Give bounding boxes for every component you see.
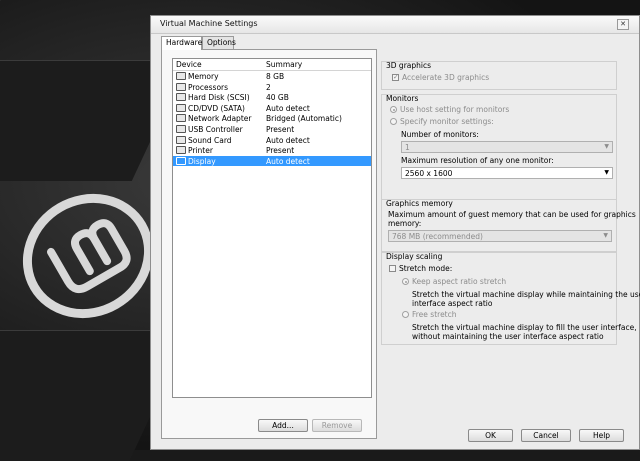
chevron-down-icon: ▼ [604, 169, 609, 176]
device-name: Printer [188, 146, 213, 156]
keep-aspect-radio[interactable] [402, 278, 409, 285]
max-resolution-value: 2560 x 1600 [405, 169, 453, 178]
max-resolution-select[interactable]: 2560 x 1600 ▼ [401, 167, 613, 179]
group-monitors: Monitors Use host setting for monitors S… [381, 94, 617, 204]
close-icon: ✕ [620, 20, 626, 28]
hardware-panel: Device Summary Memory 8 GB Processors 2 Hard… [161, 49, 377, 439]
tab-options[interactable]: Options [202, 36, 236, 49]
device-name: Memory [188, 72, 219, 81]
window-title: Virtual Machine Settings [160, 19, 258, 28]
title-bar[interactable]: Virtual Machine Settings ✕ [151, 16, 639, 34]
stretch-mode-checkbox[interactable] [389, 265, 396, 272]
device-name: Hard Disk (SCSI) [188, 93, 250, 103]
column-header-device[interactable]: Device [176, 60, 202, 69]
device-row[interactable]: CD/DVD (SATA) Auto detect [173, 103, 371, 114]
device-summary: Auto detect [266, 103, 310, 113]
use-host-label: Use host setting for monitors [400, 105, 510, 114]
max-resolution-label: Maximum resolution of any one monitor: [401, 156, 554, 165]
ok-button[interactable]: OK [468, 429, 513, 442]
free-stretch-desc-line1: Stretch the virtual machine display to f… [412, 323, 637, 332]
stretch-mode-label: Stretch mode: [399, 264, 453, 273]
display-icon [176, 156, 186, 165]
specify-monitors-label: Specify monitor settings: [400, 117, 494, 126]
cancel-button[interactable]: Cancel [521, 429, 571, 442]
free-stretch-label: Free stretch [412, 310, 457, 319]
printer-icon [176, 146, 186, 155]
specify-monitors-radio[interactable] [390, 118, 397, 125]
group-title-graphics-memory: Graphics memory [386, 199, 453, 208]
device-summary: Present [266, 146, 295, 156]
device-summary: 2 [266, 82, 271, 92]
device-summary: 40 GB [266, 93, 289, 103]
number-of-monitors-value: 1 [405, 143, 410, 152]
device-row[interactable]: Network Adapter Bridged (Automatic) [173, 113, 371, 124]
number-of-monitors-select[interactable]: 1 ▼ [401, 141, 613, 153]
device-summary: Auto detect [266, 135, 310, 145]
device-name: Sound Card [188, 135, 232, 145]
remove-button[interactable]: Remove [312, 419, 362, 432]
accelerate-3d-checkbox[interactable] [392, 73, 399, 81]
group-title-3d-graphics: 3D graphics [386, 61, 431, 70]
keep-aspect-label: Keep aspect ratio stretch [412, 277, 507, 286]
device-row[interactable]: Processors 2 [173, 82, 371, 93]
device-row[interactable]: Memory 8 GB [173, 71, 371, 82]
add-button[interactable]: Add... [258, 419, 308, 432]
cd-dvd-icon [176, 103, 186, 112]
free-stretch-radio[interactable] [402, 311, 409, 318]
device-row[interactable]: Display Auto detect [173, 155, 371, 167]
device-name: Processors [188, 82, 229, 92]
graphics-memory-value: 768 MB (recommended) [392, 232, 483, 241]
memory-icon [176, 72, 186, 80]
device-row[interactable]: USB Controller Present [173, 124, 371, 135]
device-rows: Memory 8 GB Processors 2 Hard Disk (SCSI) 40 … [173, 71, 371, 167]
linux-mint-logo [22, 193, 154, 319]
keep-aspect-desc-line1: Stretch the virtual machine display whil… [412, 290, 640, 299]
group-display-scaling: Display scaling Stretch mode: Keep aspec… [381, 252, 640, 345]
device-name: Display [188, 156, 216, 166]
graphics-memory-desc-line2: memory: [388, 219, 422, 228]
list-header: Device Summary [173, 59, 371, 71]
use-host-radio[interactable] [390, 106, 397, 113]
chevron-down-icon: ▼ [604, 143, 609, 150]
help-button[interactable]: Help [579, 429, 624, 442]
free-stretch-desc-line2: without maintaining the user interface a… [412, 332, 604, 341]
graphics-memory-desc-line1: Maximum amount of guest memory that can … [388, 210, 636, 219]
device-summary: Auto detect [266, 156, 310, 166]
close-button[interactable]: ✕ [617, 19, 629, 30]
device-row[interactable]: Printer Present [173, 145, 371, 156]
usb-icon [176, 124, 186, 133]
device-name: CD/DVD (SATA) [188, 103, 245, 113]
number-of-monitors-label: Number of monitors: [401, 130, 479, 139]
tab-hardware[interactable]: Hardware [161, 36, 202, 50]
chevron-down-icon: ▼ [603, 232, 608, 239]
device-row[interactable]: Sound Card Auto detect [173, 135, 371, 146]
device-summary: Present [266, 124, 295, 134]
column-header-summary[interactable]: Summary [266, 60, 302, 69]
processor-icon [176, 82, 186, 91]
network-adapter-icon [176, 114, 186, 123]
hard-disk-icon [176, 93, 186, 102]
graphics-memory-select[interactable]: 768 MB (recommended) ▼ [388, 230, 612, 242]
device-summary: 8 GB [266, 72, 285, 81]
group-title-monitors: Monitors [386, 94, 419, 103]
device-row[interactable]: Hard Disk (SCSI) 40 GB [173, 92, 371, 103]
device-list[interactable]: Device Summary Memory 8 GB Processors 2 Hard… [172, 58, 372, 398]
group-3d-graphics: 3D graphics Accelerate 3D graphics [381, 61, 617, 90]
keep-aspect-desc-line2: interface aspect ratio [412, 299, 493, 308]
group-title-display-scaling: Display scaling [386, 252, 443, 261]
device-name: USB Controller [188, 124, 243, 134]
accelerate-3d-label: Accelerate 3D graphics [402, 73, 490, 82]
device-summary: Bridged (Automatic) [266, 114, 342, 124]
device-name: Network Adapter [188, 114, 252, 124]
group-graphics-memory: Graphics memory Maximum amount of guest … [381, 199, 636, 252]
vm-settings-window: Virtual Machine Settings ✕ Hardware Opti… [150, 15, 640, 450]
sound-card-icon [176, 135, 186, 144]
